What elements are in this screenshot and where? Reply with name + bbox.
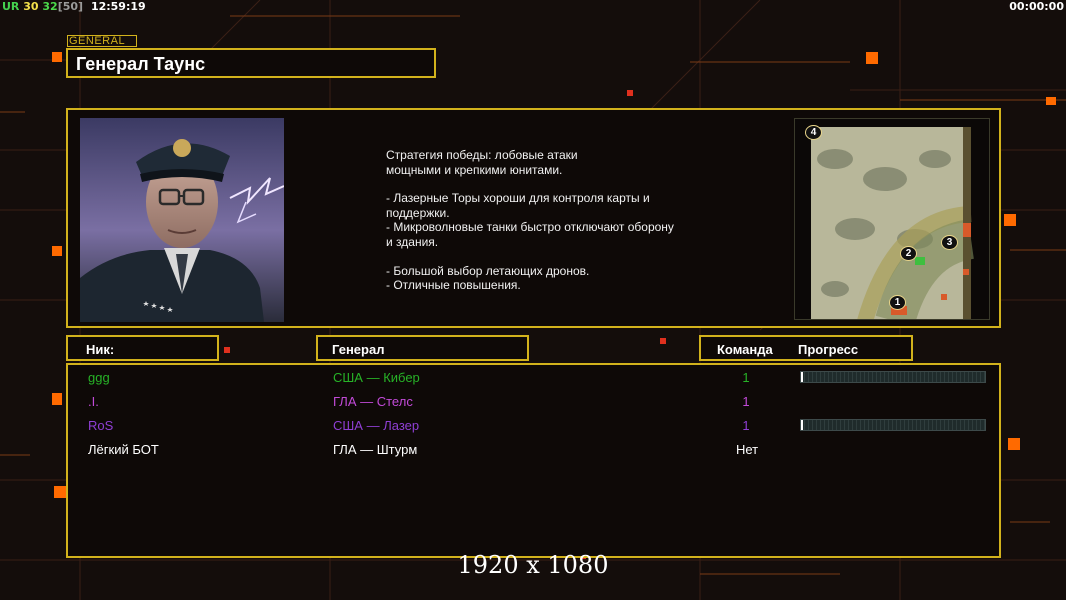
column-header-progress-label: Прогресс [798, 342, 859, 357]
general-portrait [80, 118, 284, 322]
decor-square [1004, 214, 1016, 226]
hud-clock: 12:59:19 [90, 0, 146, 13]
player-general: ГЛА — Стелс [333, 394, 413, 409]
map-start-slot-3[interactable]: 3 [941, 235, 958, 250]
general-info-panel: Стратегия победы: лобовые атаки мощными … [66, 108, 1001, 328]
hud-value-a: 30 [23, 0, 39, 13]
decor-square [660, 338, 666, 344]
match-timer: 00:00:00 [1009, 0, 1064, 13]
general-name: Генерал Таунс [76, 54, 206, 74]
general-tag: GENERAL [67, 35, 137, 47]
fps-counter: UR 30 32[50] 12:59:19 [2, 0, 146, 13]
decor-square [54, 486, 66, 498]
player-general: США — Лазер [333, 418, 420, 433]
player-progress-bar [800, 371, 986, 383]
column-header-nick: Ник: [66, 335, 219, 361]
player-team: 1 [742, 394, 750, 409]
player-row[interactable]: .I. ГЛА — Стелс 1 [68, 391, 999, 413]
player-row[interactable]: ggg США — Кибер 1 [68, 367, 999, 389]
description-paragraph: - Большой выбор летающих дронов. - Отлич… [386, 263, 590, 293]
decor-square [1046, 97, 1056, 105]
column-header-team-progress: Команда Прогресс [699, 335, 913, 361]
decor-square [1008, 438, 1020, 450]
player-nick: RoS [88, 418, 114, 433]
map-start-slot-2[interactable]: 2 [900, 246, 917, 261]
description-paragraph: Стратегия победы: лобовые атаки мощными … [386, 148, 578, 177]
decor-square [52, 393, 62, 405]
general-title-box: Генерал Таунс [66, 48, 436, 78]
hud-value-b: 32 [42, 0, 58, 13]
decor-square [866, 52, 878, 64]
hud-bracket-value: [50] [57, 0, 84, 13]
resolution-label: 1920 x 1080 [457, 551, 609, 579]
players-list: ggg США — Кибер 1 .I. ГЛА — Стелс 1 RoS США — Л… [66, 363, 1001, 558]
column-header-nick-label: Ник: [86, 342, 115, 357]
column-header-team-label: Команда [717, 342, 773, 357]
general-description: Стратегия победы: лобовые атаки мощными … [386, 148, 716, 293]
decor-square [224, 347, 230, 353]
column-header-general: Генерал [316, 335, 529, 361]
player-progress-fill [801, 372, 803, 382]
player-team: 1 [742, 370, 750, 385]
player-team: 1 [742, 418, 750, 433]
decor-square [627, 90, 633, 96]
player-progress-bar [800, 419, 986, 431]
hud-ur-label: UR [2, 0, 20, 13]
minimap[interactable]: 4 3 2 1 [794, 118, 990, 320]
player-team: Нет [736, 442, 759, 457]
map-start-slot-4[interactable]: 4 [805, 125, 822, 140]
player-progress-fill [801, 420, 803, 430]
player-nick: Лёгкий БОТ [88, 442, 159, 457]
player-nick: ggg [88, 370, 110, 385]
map-start-slot-1[interactable]: 1 [889, 295, 906, 310]
player-general: ГЛА — Штурм [333, 442, 418, 457]
description-paragraph: - Лазерные Торы хороши для контроля карт… [386, 191, 674, 249]
player-nick: .I. [88, 394, 99, 409]
player-general: США — Кибер [333, 370, 420, 385]
decor-square [52, 52, 62, 62]
player-row[interactable]: Лёгкий БОТ ГЛА — Штурм Нет [68, 439, 999, 461]
player-row[interactable]: RoS США — Лазер 1 [68, 415, 999, 437]
column-header-general-label: Генерал [332, 342, 385, 357]
decor-square [52, 246, 62, 256]
